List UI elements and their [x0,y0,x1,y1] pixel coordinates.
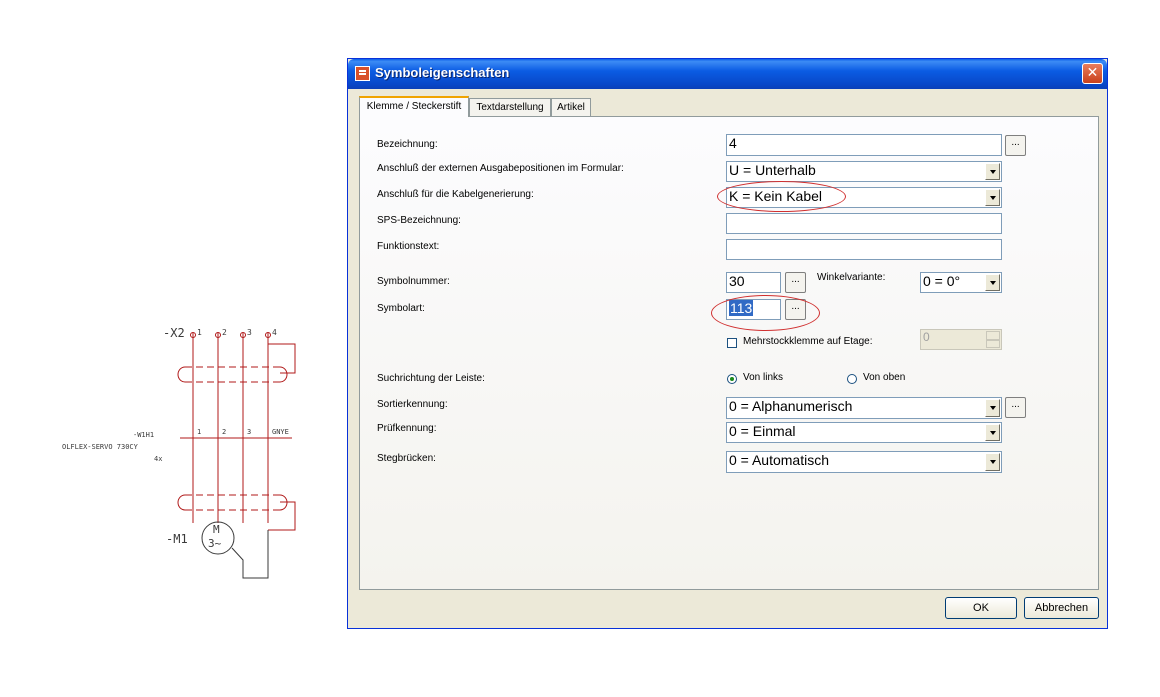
cable-core-label: 1 [197,428,202,436]
chevron-down-icon[interactable] [985,399,1000,417]
tab-panel: Bezeichnung: Anschluß der externen Ausga… [359,116,1099,590]
ok-button[interactable]: OK [945,597,1017,619]
label-sps: SPS-Bezeichnung: [377,215,461,226]
tab-klemme-steckerstift[interactable]: Klemme / Steckerstift [359,96,469,117]
chevron-down-icon[interactable] [985,424,1000,441]
symbolart-value: 113 [729,300,754,316]
mehrstock-etage-value: 0 [923,330,930,344]
sortierkennung-value: 0 = Alphanumerisch [729,398,853,414]
winkelvariante-value: 0 = 0° [923,273,961,289]
anschluss-kabel-value: K = Kein Kabel [729,188,823,204]
sps-bezeichnung-input[interactable] [726,213,1002,234]
dialog-title: Symboleigenschaften [375,65,510,80]
pruefkennung-value: 0 = Einmal [729,423,796,439]
schematic-lines [177,332,296,579]
label-stegbruecken: Stegbrücken: [377,453,436,464]
title-bar[interactable]: Symboleigenschaften ✕ [348,59,1107,89]
cable-cores: 4x [154,455,163,463]
chevron-down-icon[interactable] [985,274,1000,291]
pin-label: 3 [247,328,252,337]
chevron-down-icon[interactable] [985,453,1000,471]
symbolnummer-value: 30 [729,273,745,289]
mehrstock-checkbox[interactable] [727,338,737,348]
motor-ref-label: -M1 [166,532,188,546]
pin-label: 2 [222,328,227,337]
label-suchrichtung: Suchrichtung der Leiste: [377,373,485,384]
von-links-radio[interactable] [727,374,737,384]
stegbruecken-value: 0 = Automatisch [729,452,830,468]
anschluss-kabel-select[interactable]: K = Kein Kabel [726,187,1002,208]
bezeichnung-input[interactable]: 4 [726,134,1002,156]
tab-textdarstellung[interactable]: Textdarstellung [469,98,551,116]
app-icon [355,66,370,81]
symbolnummer-ellipsis-button[interactable]: ... [785,272,806,293]
mehrstock-etage-input[interactable]: 0 [920,329,1002,350]
label-symbolart: Symbolart: [377,303,425,314]
cable-core-label: GNYE [272,428,289,436]
label-bezeichnung: Bezeichnung: [377,139,438,150]
pin-label: 1 [197,328,202,337]
chevron-down-icon[interactable] [985,189,1000,206]
funktionstext-input[interactable] [726,239,1002,260]
etage-spinner[interactable] [986,331,1000,348]
terminal-strip-label: -X2 [163,326,185,340]
motor-symbol: M [213,523,220,536]
cable-name: -W1H1 [133,431,155,439]
anschluss-extern-value: U = Unterhalb [729,162,816,178]
cable-core-label: 2 [222,428,227,436]
label-anschluss-kabel: Anschluß für die Kabelgenerierung: [377,189,534,200]
cable-core-label: 3 [247,428,252,436]
motor-phase: 3~ [208,537,222,550]
label-von-oben: Von oben [863,372,906,383]
symbolart-ellipsis-button[interactable]: ... [785,299,806,320]
label-funktionstext: Funktionstext: [377,241,440,252]
label-symbolnummer: Symbolnummer: [377,276,450,287]
schematic-drawing: -X2 1 2 3 4 1 2 3 GNYE -W1H1 OLFLEX-SERV… [0,0,340,697]
symbolnummer-input[interactable]: 30 [726,272,781,293]
bezeichnung-ellipsis-button[interactable]: ... [1005,135,1026,156]
symbolart-input[interactable]: 113 [726,299,781,320]
cable-type: OLFLEX-SERVO 730CY [62,443,138,451]
label-sortierkennung: Sortierkennung: [377,399,448,410]
label-von-links: Von links [743,372,784,383]
pin-label: 4 [272,328,277,337]
anschluss-extern-select[interactable]: U = Unterhalb [726,161,1002,182]
chevron-down-icon[interactable] [985,163,1000,180]
tab-artikel[interactable]: Artikel [551,98,591,116]
von-oben-radio[interactable] [847,374,857,384]
label-pruefkennung: Prüfkennung: [377,423,437,434]
label-winkelvariante: Winkelvariante: [817,272,886,283]
stegbruecken-select[interactable]: 0 = Automatisch [726,451,1002,473]
sortierkennung-select[interactable]: 0 = Alphanumerisch [726,397,1002,419]
bezeichnung-value: 4 [729,135,737,151]
symbol-properties-dialog: Symboleigenschaften ✕ Klemme / Steckerst… [347,58,1108,629]
sortierkennung-ellipsis-button[interactable]: ... [1005,397,1026,418]
cancel-button[interactable]: Abbrechen [1024,597,1099,619]
label-anschluss-extern: Anschluß der externen Ausgabepositionen … [377,163,624,174]
winkelvariante-select[interactable]: 0 = 0° [920,272,1002,293]
pruefkennung-select[interactable]: 0 = Einmal [726,422,1002,443]
label-mehrstock: Mehrstockklemme auf Etage: [743,336,873,347]
close-button[interactable]: ✕ [1082,63,1103,84]
